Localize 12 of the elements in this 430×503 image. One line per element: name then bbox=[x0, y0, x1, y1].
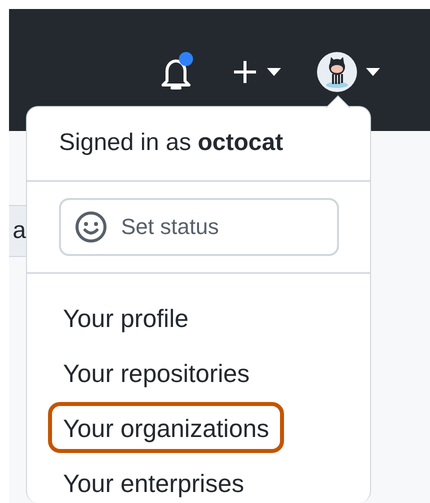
caret-icon[interactable] bbox=[366, 68, 380, 76]
menu-item[interactable]: Your organizations bbox=[48, 402, 284, 453]
signed-in-text: Signed in as octocat bbox=[27, 107, 370, 182]
menu-item[interactable]: Your profile bbox=[48, 292, 204, 343]
plus-icon[interactable] bbox=[233, 60, 257, 84]
set-status-button[interactable]: Set status bbox=[59, 198, 339, 256]
menu-item[interactable]: Your enterprises bbox=[48, 457, 260, 503]
menu-item[interactable]: Your repositories bbox=[48, 347, 265, 398]
background-tab[interactable]: a bbox=[9, 205, 26, 257]
smiley-icon bbox=[75, 211, 107, 243]
avatar-icon[interactable] bbox=[317, 52, 357, 92]
caret-icon[interactable] bbox=[267, 68, 281, 76]
